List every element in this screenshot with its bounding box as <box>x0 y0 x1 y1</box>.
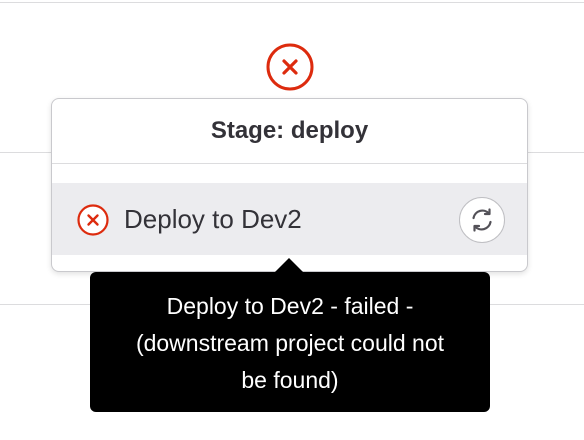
stage-dropdown: Stage: deploy Deploy to Dev2 <box>51 98 528 272</box>
tooltip-line: be found) <box>241 367 339 393</box>
dropdown-title: Stage: deploy <box>52 99 527 164</box>
status-failed-icon <box>266 43 314 91</box>
job-tooltip: Deploy to Dev2 - failed - (downstream pr… <box>90 272 490 412</box>
stage-status-button[interactable] <box>265 42 315 92</box>
status-failed-icon <box>77 204 109 236</box>
tooltip-line: (downstream project could not <box>135 330 445 356</box>
pipeline-graph-canvas: Stage: deploy Deploy to Dev2 Deploy to D… <box>0 0 584 440</box>
job-name: Deploy to Dev2 <box>124 204 302 234</box>
job-item-deploy-to-dev2[interactable]: Deploy to Dev2 <box>52 183 527 255</box>
tooltip-line: Deploy to Dev2 - failed - <box>166 293 414 319</box>
divider-line <box>0 2 584 3</box>
retry-icon <box>472 208 492 232</box>
tooltip-arrow <box>275 258 303 272</box>
retry-button[interactable] <box>459 197 505 243</box>
